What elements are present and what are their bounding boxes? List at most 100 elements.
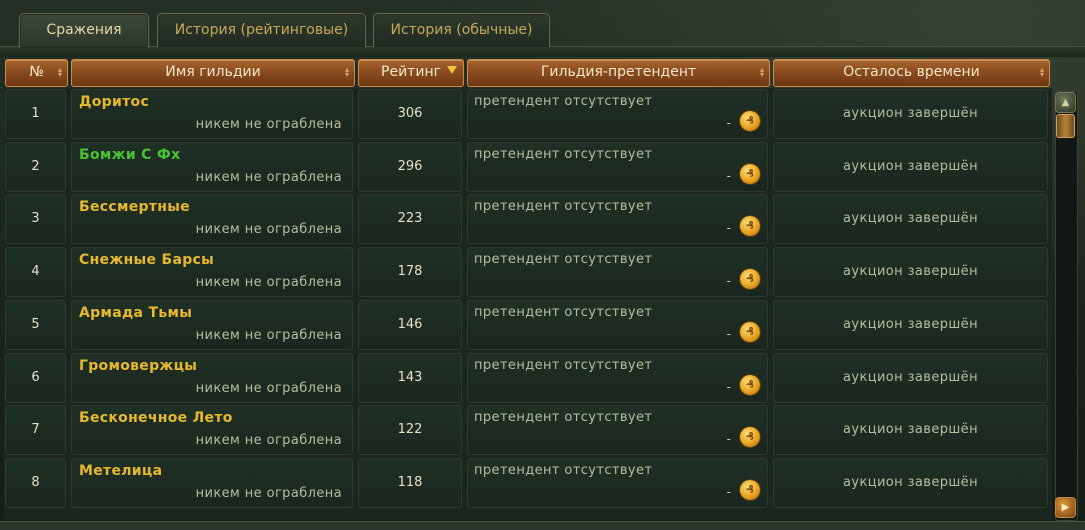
bid-amount: -: [726, 379, 731, 394]
gold-coin-icon[interactable]: ₰: [740, 216, 760, 237]
guild-cell[interactable]: Бомжи С Фх никем не ограблена: [71, 141, 353, 192]
time-left: аукцион завершён: [773, 89, 1048, 139]
row-number: 5: [5, 299, 66, 350]
time-left: аукцион завершён: [773, 352, 1048, 403]
bid-amount: -: [726, 168, 731, 183]
tab-history-normal[interactable]: История (обычные): [373, 13, 550, 47]
robbery-status: никем не ограблена: [195, 327, 342, 343]
rating-value: 146: [358, 299, 462, 350]
row-number: 2: [5, 141, 66, 192]
column-header-guild-label: Имя гильдии: [165, 64, 261, 80]
challenger-cell: претендент отсутствует - ₰: [467, 141, 768, 192]
table-row[interactable]: 4 Снежные Барсы никем не ограблена 178 прете…: [4, 246, 1052, 299]
gold-coin-icon[interactable]: ₰: [740, 163, 760, 184]
row-number: 6: [5, 352, 66, 403]
challenger-cell: претендент отсутствует - ₰: [467, 352, 768, 403]
robbery-status: никем не ограблена: [195, 222, 342, 238]
table-row[interactable]: 8 Метелица никем не ограблена 118 претендент…: [4, 457, 1052, 510]
robbery-status: никем не ограблена: [195, 380, 342, 396]
scroll-down-icon[interactable]: ▶: [1055, 497, 1076, 518]
guild-cell[interactable]: Метелица никем не ограблена: [71, 457, 353, 508]
guild-name[interactable]: Бессмертные: [79, 199, 190, 215]
row-number: 3: [5, 194, 66, 245]
bid-amount: -: [726, 274, 731, 289]
challenger-status: претендент отсутствует: [474, 199, 653, 215]
column-header-number[interactable]: № ▴ ▾: [5, 59, 68, 87]
table-row[interactable]: 7 Бесконечное Лето никем не ограблена 122 пр…: [4, 404, 1052, 457]
table-row[interactable]: 3 Бессмертные никем не ограблена 223 претенд…: [4, 193, 1052, 246]
rating-value: 118: [358, 457, 462, 508]
bid-amount: -: [726, 326, 731, 341]
sort-arrow-icon: ▴ ▾: [57, 65, 62, 79]
row-number: 7: [5, 405, 66, 456]
challenger-status: претендент отсутствует: [474, 410, 653, 426]
column-header-rating[interactable]: Рейтинг: [358, 59, 464, 87]
column-header-guild[interactable]: Имя гильдии ▴ ▾: [71, 59, 355, 87]
guild-name[interactable]: Доритос: [79, 94, 149, 110]
guild-name[interactable]: Армада Тьмы: [79, 305, 192, 321]
guild-name[interactable]: Снежные Барсы: [79, 252, 214, 268]
column-header-number-label: №: [29, 64, 44, 80]
gold-coin-icon[interactable]: ₰: [740, 321, 760, 342]
tab-strip: [0, 46, 1085, 57]
rating-value: 306: [358, 89, 462, 139]
tab-battles[interactable]: Сражения: [19, 13, 149, 48]
column-header-challenger[interactable]: Гильдия-претендент ▴ ▾: [467, 59, 770, 87]
guild-cell[interactable]: Громовержцы никем не ограблена: [71, 352, 353, 403]
time-left: аукцион завершён: [773, 299, 1048, 350]
sort-arrow-icon: ▴ ▾: [344, 65, 349, 79]
robbery-status: никем не ограблена: [195, 485, 342, 501]
challenger-cell: претендент отсутствует - ₰: [467, 457, 768, 508]
gold-coin-icon[interactable]: ₰: [740, 374, 760, 395]
rating-value: 296: [358, 141, 462, 192]
column-header-challenger-label: Гильдия-претендент: [540, 64, 697, 80]
row-number: 1: [5, 89, 66, 139]
scroll-up-icon[interactable]: ▲: [1055, 92, 1076, 113]
guild-cell[interactable]: Бессмертные никем не ограблена: [71, 194, 353, 245]
scrollbar-track[interactable]: [1055, 91, 1078, 521]
table-row[interactable]: 6 Громовержцы никем не ограблена 143 претенд…: [4, 352, 1052, 405]
table-row[interactable]: 2 Бомжи С Фх никем не ограблена 296 претенде…: [4, 141, 1052, 194]
challenger-status: претендент отсутствует: [474, 357, 653, 373]
robbery-status: никем не ограблена: [195, 433, 342, 449]
time-left: аукцион завершён: [773, 457, 1048, 508]
challenger-status: претендент отсутствует: [474, 146, 653, 162]
rating-value: 223: [358, 194, 462, 245]
scrollbar-thumb[interactable]: [1056, 114, 1075, 138]
gold-coin-icon[interactable]: ₰: [740, 479, 760, 500]
gold-coin-icon[interactable]: ₰: [740, 111, 760, 131]
row-number: 8: [5, 457, 66, 508]
guild-name[interactable]: Бесконечное Лето: [79, 410, 233, 426]
table-row[interactable]: 5 Армада Тьмы никем не ограблена 146 претенд…: [4, 299, 1052, 352]
challenger-cell: претендент отсутствует - ₰: [467, 247, 768, 298]
challenger-cell: претендент отсутствует - ₰: [467, 405, 768, 456]
robbery-status: никем не ограблена: [195, 117, 342, 132]
column-header-time-left[interactable]: Осталось времени ▴ ▾: [773, 59, 1050, 87]
table-row[interactable]: 1 Доритос никем не ограблена 306 претендент …: [4, 88, 1052, 141]
time-left: аукцион завершён: [773, 141, 1048, 192]
guild-cell[interactable]: Снежные Барсы никем не ограблена: [71, 247, 353, 298]
rating-value: 143: [358, 352, 462, 403]
guild-name[interactable]: Бомжи С Фх: [79, 147, 180, 163]
guild-table: 1 Доритос никем не ограблена 306 претендент …: [4, 88, 1052, 520]
robbery-status: никем не ограблена: [195, 275, 342, 291]
guild-cell[interactable]: Доритос никем не ограблена: [71, 89, 353, 139]
row-number: 4: [5, 247, 66, 298]
challenger-cell: претендент отсутствует - ₰: [467, 89, 768, 139]
sort-arrow-icon: ▴ ▾: [1039, 65, 1044, 79]
gold-coin-icon[interactable]: ₰: [740, 427, 760, 448]
challenger-status: претендент отсутствует: [474, 304, 653, 320]
guild-name[interactable]: Метелица: [79, 463, 162, 479]
tab-history-rated[interactable]: История (рейтинговые): [157, 13, 366, 47]
bid-amount: -: [726, 484, 731, 499]
challenger-status: претендент отсутствует: [474, 462, 653, 478]
guild-cell[interactable]: Бесконечное Лето никем не ограблена: [71, 405, 353, 456]
gold-coin-icon[interactable]: ₰: [740, 269, 760, 290]
guild-name[interactable]: Громовержцы: [79, 358, 197, 374]
bid-amount: -: [726, 116, 731, 130]
challenger-cell: претендент отсутствует - ₰: [467, 194, 768, 245]
guild-cell[interactable]: Армада Тьмы никем не ограблена: [71, 299, 353, 350]
challenger-status: претендент отсутствует: [474, 94, 653, 109]
column-header-rating-label: Рейтинг: [381, 64, 441, 80]
bid-amount: -: [726, 432, 731, 447]
